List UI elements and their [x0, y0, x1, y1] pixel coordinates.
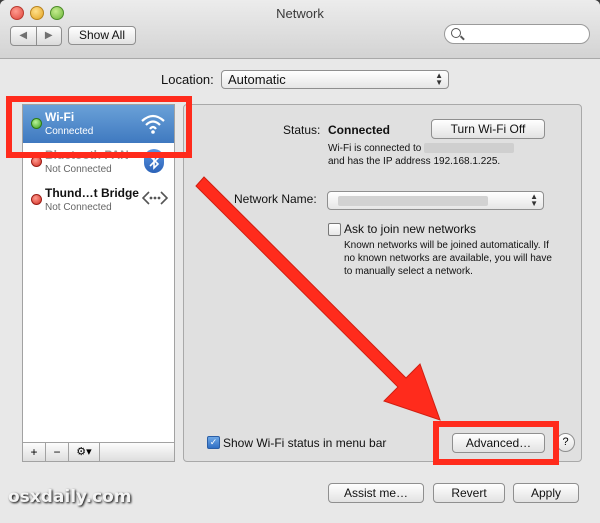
annotation-arrow [195, 176, 441, 421]
network-preferences-window: Network ◀ ▶ Show All Location: Automatic… [0, 0, 600, 523]
